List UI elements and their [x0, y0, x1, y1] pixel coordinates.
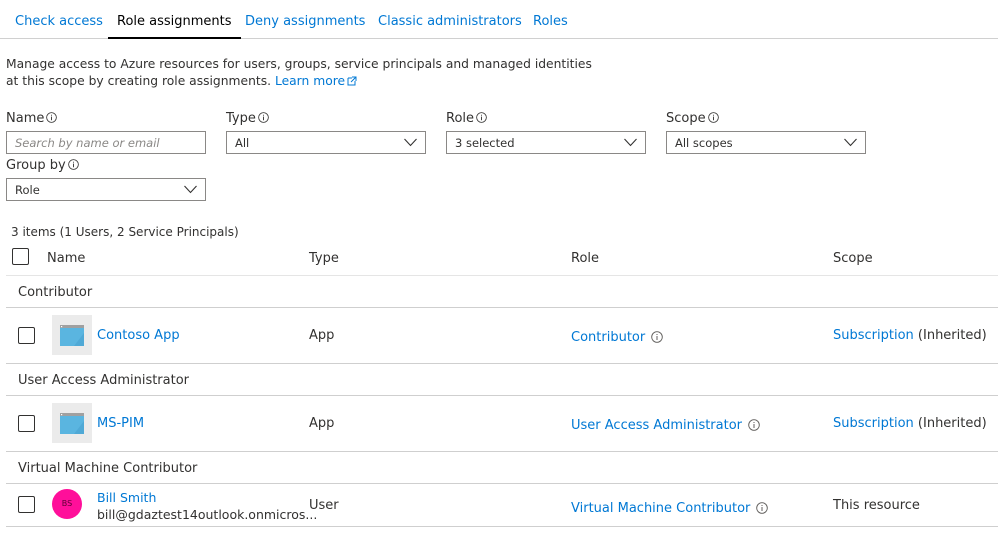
name-search-input[interactable]: [7, 132, 205, 153]
principal-name-link[interactable]: MS-PIM: [97, 416, 144, 431]
external-link-icon: [347, 76, 357, 86]
name-search-field[interactable]: [6, 131, 206, 154]
description: Manage access to Azure resources for use…: [6, 56, 606, 90]
select-all-checkbox[interactable]: [12, 248, 29, 265]
info-icon[interactable]: [67, 159, 79, 170]
role-cell: User Access Administrator: [571, 418, 760, 433]
role-link[interactable]: User Access Administrator: [571, 418, 742, 433]
type-dropdown[interactable]: All: [226, 131, 426, 154]
tab-role-assignments[interactable]: Role assignments: [108, 14, 241, 39]
avatar: BS: [52, 489, 82, 519]
tab-check-access[interactable]: Check access: [15, 14, 103, 39]
principal-type: App: [309, 328, 335, 343]
group-by-dropdown[interactable]: Role: [6, 178, 206, 201]
chevron-down-icon: [404, 138, 417, 147]
group-name: Virtual Machine Contributor: [18, 461, 198, 476]
scope-link[interactable]: Subscription: [833, 328, 914, 343]
table-header: Name Type Role Scope: [6, 244, 998, 276]
tab-bar: Check access Role assignments Deny assig…: [0, 0, 998, 39]
info-icon[interactable]: [707, 112, 719, 123]
scope-suffix: (Inherited): [917, 416, 987, 431]
scope-text: This resource: [833, 498, 920, 513]
principal-name-link[interactable]: Bill Smith: [97, 490, 156, 505]
tab-deny-assignments[interactable]: Deny assignments: [245, 14, 365, 39]
group-name: User Access Administrator: [18, 373, 190, 388]
tab-roles[interactable]: Roles: [533, 14, 568, 39]
column-header-scope[interactable]: Scope: [833, 251, 873, 266]
role-link[interactable]: Virtual Machine Contributor: [571, 501, 750, 516]
scope-cell: Subscription (Inherited): [833, 416, 987, 431]
row-checkbox[interactable]: [18, 415, 35, 432]
principal-email: bill@gdaztest14outlook.onmicros...: [97, 507, 318, 522]
group-by-label: Group by: [6, 158, 79, 173]
role-link[interactable]: Contributor: [571, 330, 645, 345]
info-icon[interactable]: [748, 419, 760, 431]
info-icon[interactable]: [258, 112, 269, 123]
row-checkbox[interactable]: [18, 327, 35, 344]
info-icon[interactable]: [756, 502, 769, 514]
items-summary: 3 items (1 Users, 2 Service Principals): [11, 225, 239, 239]
scope-dropdown-value: All scopes: [675, 136, 733, 150]
info-icon[interactable]: [46, 112, 58, 123]
tab-classic-administrators[interactable]: Classic administrators: [378, 14, 522, 39]
scope-filter-label: Scope: [666, 111, 719, 126]
scope-link[interactable]: Subscription: [833, 416, 914, 431]
role-filter-label: Role: [446, 111, 487, 126]
role-cell: Virtual Machine Contributor: [571, 501, 769, 516]
principal-name-link[interactable]: Contoso App: [97, 328, 180, 343]
table-row: Contoso App App Contributor Subscription…: [6, 308, 998, 364]
chevron-down-icon: [624, 138, 637, 147]
scope-suffix: (Inherited): [917, 328, 987, 343]
app-icon: [52, 315, 92, 355]
info-icon[interactable]: [651, 331, 663, 343]
scope-dropdown[interactable]: All scopes: [666, 131, 866, 154]
group-header: Virtual Machine Contributor: [6, 452, 998, 484]
chevron-down-icon: [184, 185, 197, 194]
name-filter-label: Name: [6, 111, 58, 126]
column-header-role[interactable]: Role: [571, 251, 599, 266]
chevron-down-icon: [844, 138, 857, 147]
role-dropdown-value: 3 selected: [455, 136, 515, 150]
access-control-page: Check access Role assignments Deny assig…: [0, 0, 998, 544]
group-name: Contributor: [18, 285, 93, 300]
role-cell: Contributor: [571, 330, 663, 345]
group-by-dropdown-value: Role: [15, 183, 40, 197]
column-header-name[interactable]: Name: [47, 251, 85, 266]
row-checkbox[interactable]: [18, 496, 35, 513]
column-header-type[interactable]: Type: [309, 251, 339, 266]
learn-more-link[interactable]: Learn more: [275, 74, 357, 88]
group-header: Contributor: [6, 276, 998, 308]
group-header: User Access Administrator: [6, 364, 998, 396]
table-row: MS-PIM App User Access Administrator Sub…: [6, 396, 998, 452]
info-icon[interactable]: [476, 112, 487, 123]
app-icon: [52, 403, 92, 443]
learn-more-label: Learn more: [274, 74, 346, 88]
type-dropdown-value: All: [235, 136, 250, 150]
principal-type: User: [309, 498, 339, 513]
principal-type: App: [309, 416, 335, 431]
scope-cell: Subscription (Inherited): [833, 328, 987, 343]
type-filter-label: Type: [226, 111, 269, 126]
role-dropdown[interactable]: 3 selected: [446, 131, 646, 154]
table-row: BS Bill Smith bill@gdaztest14outlook.onm…: [6, 484, 998, 527]
